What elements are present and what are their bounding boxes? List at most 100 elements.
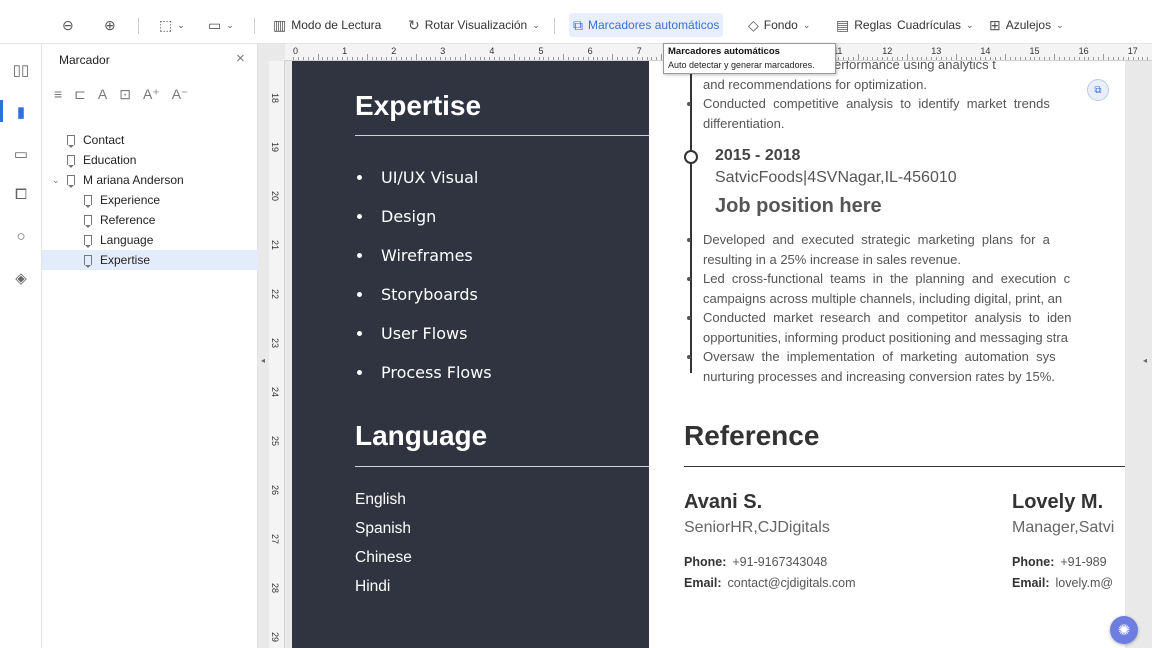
timeline-line xyxy=(690,61,692,373)
chevron-down-icon[interactable]: ⌄ xyxy=(52,175,60,186)
tooltip-title: Marcadores automáticos xyxy=(668,46,780,57)
experience-bullet: Developed and executed strategic marketi… xyxy=(687,230,1125,269)
screen-icon: ▭ xyxy=(208,16,222,33)
active-indicator xyxy=(0,100,3,122)
ruler-label: 20 xyxy=(270,190,281,202)
zoom-out-button[interactable]: ⊖ xyxy=(58,13,78,37)
reference-title: SeniorHR,CJDigitals xyxy=(684,519,830,536)
select-tool-button[interactable]: ⬚ ⌄ xyxy=(155,13,189,37)
divider xyxy=(355,466,649,467)
zoom-out-icon: ⊖ xyxy=(62,16,74,33)
expand-all-icon[interactable]: ≡ xyxy=(54,86,62,103)
bookmark-language[interactable]: Language xyxy=(42,230,258,250)
ruler-label: 17 xyxy=(1127,46,1138,56)
left-rail: ▯▯ ▮ ▭ ⧠ ○ ◈ xyxy=(0,44,42,648)
background-button[interactable]: ◇ Fondo ⌄ xyxy=(744,13,814,37)
ruler-label: 22 xyxy=(270,288,281,300)
rulers-button[interactable]: ▤ Reglas xyxy=(832,13,896,37)
collapse-left-icon[interactable]: ◂ xyxy=(261,356,265,365)
read-mode-button[interactable]: ▥ Modo de Lectura xyxy=(269,13,385,37)
ruler-label: 29 xyxy=(270,631,281,643)
panel-title: Marcador xyxy=(59,53,110,67)
bookmark-icon[interactable]: ▮ xyxy=(11,102,31,122)
job-years: 2015 - 2018 xyxy=(715,147,801,164)
book-icon: ▥ xyxy=(273,16,287,33)
chevron-down-icon: ⌄ xyxy=(966,19,974,30)
toolbar: ⊖ ⊕ ⬚ ⌄ ▭ ⌄ ▥ Modo de Lectura ↻ Rotar Visual… xyxy=(0,6,1152,44)
tooltip: Marcadores automáticos Auto detectar y g… xyxy=(663,43,836,74)
document-viewport[interactable]: 01234567891011121314151617 1819202122232… xyxy=(258,44,1152,648)
ruler-label: 23 xyxy=(270,337,281,349)
zoom-in-icon: ⊕ xyxy=(104,16,116,33)
chevron-down-icon: ⌄ xyxy=(802,19,811,30)
language-item: English xyxy=(355,491,406,508)
thumbnails-icon[interactable]: ▯▯ xyxy=(11,60,31,80)
rotate-icon: ↻ xyxy=(408,16,420,33)
search-icon[interactable]: ○ xyxy=(11,226,31,246)
language-list: English Spanish Chinese Hindi xyxy=(355,491,412,607)
divider xyxy=(684,466,1125,467)
bookmark-education[interactable]: Education xyxy=(42,150,258,170)
tooltip-body: Auto detectar y generar marcadores. xyxy=(668,60,815,70)
ruler-label: 16 xyxy=(1078,46,1089,56)
tiles-button[interactable]: ⊞ Azulejos ⌄ xyxy=(985,13,1068,37)
paint-bucket-icon: ◇ xyxy=(748,16,759,33)
comment-icon[interactable]: ▭ xyxy=(11,144,31,164)
expertise-item: Storyboards xyxy=(355,275,492,314)
ruler-label: 5 xyxy=(538,46,544,56)
font-larger-icon[interactable]: A⁺ xyxy=(143,86,160,103)
resume-main: eting campaign performance using analyti… xyxy=(649,61,1125,648)
grids-button[interactable]: Cuadrículas ⌄ xyxy=(893,13,978,37)
expertise-item: Process Flows xyxy=(355,353,492,392)
reference-phone: Phone: +91-9167343048 xyxy=(684,555,828,569)
experience-bullet: Led cross-functional teams in the planni… xyxy=(687,269,1125,308)
ruler-label: 27 xyxy=(270,533,281,545)
bookmark-expertise[interactable]: Expertise xyxy=(42,250,258,270)
bookmark-contact[interactable]: Contact xyxy=(42,130,258,150)
reference-phone: Phone: +91-989 xyxy=(1012,555,1107,569)
bookmark-reference[interactable]: Reference xyxy=(42,210,258,230)
ruler-label: 3 xyxy=(440,46,446,56)
panel-tools: ≡ ⊏ A ⊡ A⁺ A⁻ xyxy=(54,86,188,103)
language-item: Spanish xyxy=(355,520,412,537)
ruler-label: 26 xyxy=(270,484,281,496)
reference-heading: Reference xyxy=(684,420,820,451)
bookmark-panel: Marcador × ≡ ⊏ A ⊡ A⁺ A⁻ Contact Educati… xyxy=(42,44,258,648)
font-smaller-icon[interactable]: A⁻ xyxy=(172,86,189,103)
job-title: Job position here xyxy=(715,195,882,217)
reference-name: Lovely M. xyxy=(1012,491,1104,513)
expertise-item: UI/UX Visual xyxy=(355,158,492,197)
bookmark-mariana-anderson[interactable]: ⌄ M ariana Anderson xyxy=(42,170,258,190)
timeline-dot xyxy=(684,150,698,164)
experience-bullet: Conducted market research and competitor… xyxy=(687,308,1125,347)
rotate-view-button[interactable]: ↻ Rotar Visualización ⌄ xyxy=(404,13,544,37)
ruler-label: 1 xyxy=(342,46,348,56)
translate-icon[interactable]: ⧉ xyxy=(1087,79,1109,101)
select-icon: ⬚ xyxy=(159,16,173,33)
zoom-in-button[interactable]: ⊕ xyxy=(100,13,120,37)
close-icon[interactable]: × xyxy=(236,50,245,67)
bookmark-add-icon: ⧉ xyxy=(573,16,583,33)
auto-bookmarks-button[interactable]: ⧉ Marcadores automáticos xyxy=(569,13,724,37)
bookmark-experience[interactable]: Experience xyxy=(42,190,258,210)
ruler-label: 15 xyxy=(1029,46,1040,56)
delete-icon[interactable]: ⊡ xyxy=(119,86,131,103)
collapse-right-icon[interactable]: ◂ xyxy=(1143,356,1147,365)
chevron-down-icon: ⌄ xyxy=(177,19,185,30)
view-mode-button[interactable]: ▭ ⌄ xyxy=(204,13,238,37)
expertise-item: User Flows xyxy=(355,314,492,353)
ruler-label: 12 xyxy=(882,46,893,56)
ruler-icon: ▤ xyxy=(836,16,850,33)
assistant-icon[interactable]: ✺ xyxy=(1110,616,1138,644)
chevron-down-icon: ⌄ xyxy=(532,19,540,30)
ruler-label: 0 xyxy=(293,46,299,56)
layers-icon[interactable]: ◈ xyxy=(11,268,31,288)
ruler-label: 13 xyxy=(931,46,942,56)
ruler-label: 18 xyxy=(270,92,281,104)
rename-icon[interactable]: A xyxy=(98,86,107,103)
reference-email: Email: lovely.m@ xyxy=(1012,576,1114,590)
reference-email: Email: contact@cjdigitals.com xyxy=(684,576,856,590)
add-bookmark-icon[interactable]: ⊏ xyxy=(74,86,86,103)
experience-bullet: Conducted competitive analysis to identi… xyxy=(687,94,1125,133)
page-icon[interactable]: ⧠ xyxy=(11,184,31,204)
